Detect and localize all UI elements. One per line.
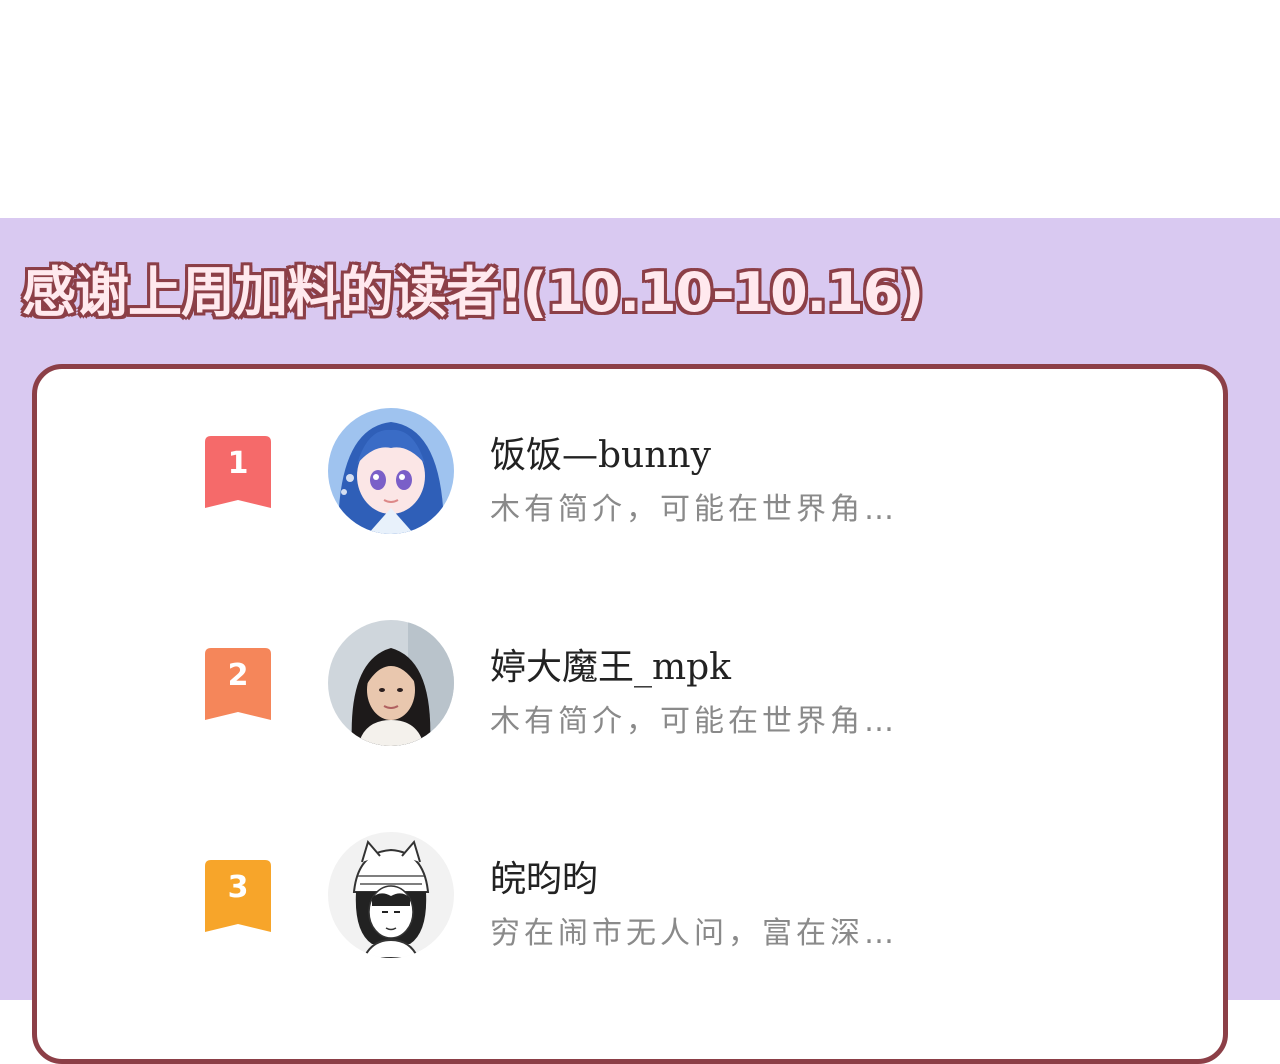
reader-row-2[interactable]: 2 婷大魔王_mpk 木有简介，可能在世界角… [0, 620, 1280, 750]
rank-number: 3 [227, 870, 249, 905]
rank-number: 1 [227, 446, 249, 481]
rank-badge-3: 3 [205, 860, 271, 932]
rank-badge-1: 1 [205, 436, 271, 508]
sketch-character-avatar[interactable] [328, 832, 454, 958]
anime-girl-avatar[interactable] [328, 408, 454, 534]
banner-title: 感谢上周加料的读者!(10.10-10.16) [22, 261, 924, 324]
reader-name[interactable]: 皖昀昀 [490, 850, 598, 902]
reader-bio: 穷在闹市无人问，富在深… [490, 916, 898, 951]
reader-bio: 木有简介，可能在世界角… [490, 704, 898, 739]
rank-number: 2 [227, 658, 249, 693]
reader-name[interactable]: 饭饭—bunny [490, 426, 711, 478]
top-blank-area [0, 0, 1280, 218]
reader-name[interactable]: 婷大魔王_mpk [490, 638, 731, 690]
reader-row-1[interactable]: 1 饭饭—bunny 木有简介，可能在世界角… [0, 408, 1280, 538]
reader-bio: 木有简介，可能在世界角… [490, 492, 898, 527]
rank-badge-2: 2 [205, 648, 271, 720]
woman-photo-avatar[interactable] [328, 620, 454, 746]
reader-row-3[interactable]: 3 皖昀昀 穷在闹市无人问，富在深… [0, 832, 1280, 962]
